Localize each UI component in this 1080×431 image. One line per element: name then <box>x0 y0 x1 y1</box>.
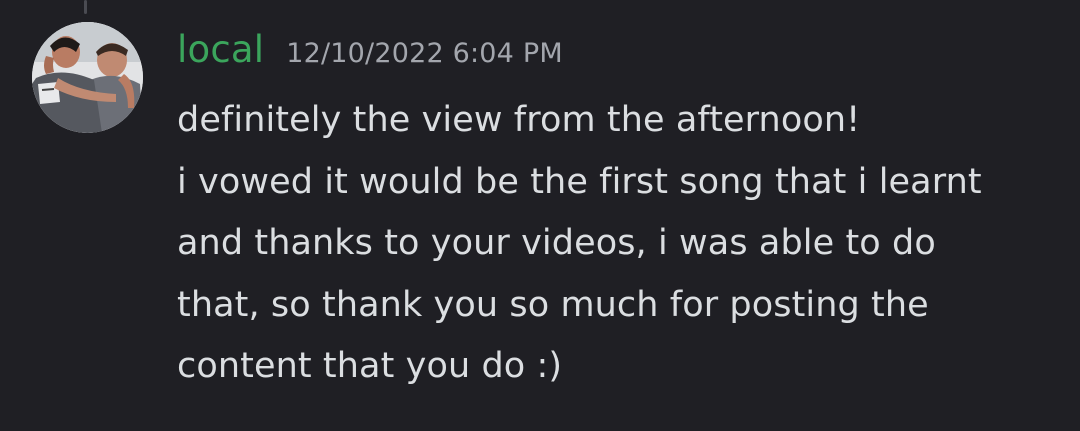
message-line: that, so thank you so much for posting t… <box>177 284 929 325</box>
avatar[interactable] <box>32 22 143 133</box>
avatar-photo-icon <box>32 22 143 133</box>
message-line: content that you do :) <box>177 346 563 386</box>
message-body: definitely the view from the afternoon! … <box>177 90 1057 398</box>
message-header: local 12/10/2022 6:04 PM <box>177 28 1057 82</box>
message-line: definitely the view from the afternoon! <box>177 100 861 140</box>
message-line: and thanks to your videos, i was able to… <box>177 223 936 263</box>
username[interactable]: local <box>177 28 264 71</box>
chat-message: local 12/10/2022 6:04 PM definitely the … <box>0 0 1080 431</box>
message-line: i vowed it would be the first song that … <box>177 161 982 202</box>
message-content: local 12/10/2022 6:04 PM definitely the … <box>177 28 1057 398</box>
timestamp[interactable]: 12/10/2022 6:04 PM <box>286 38 563 69</box>
